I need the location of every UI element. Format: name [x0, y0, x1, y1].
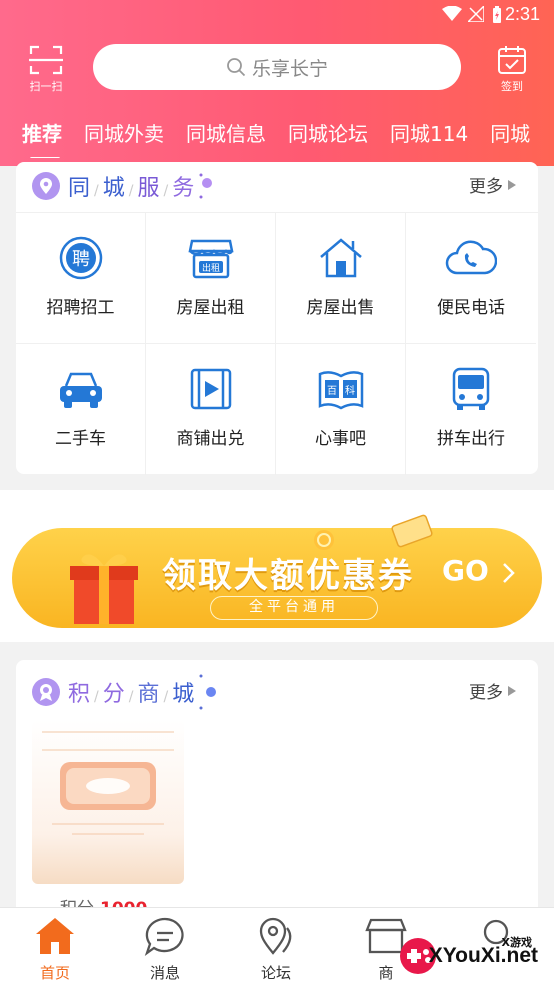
city-services-card: 同 / 城 / 服 / 务 更多 聘 招聘招工 出租 房屋出租 房屋出售 便民电话 — [16, 162, 538, 475]
tissue-package-image — [42, 731, 174, 835]
service-heart-talk[interactable]: 百科 心事吧 — [276, 344, 406, 475]
svg-text:出租: 出租 — [201, 262, 219, 274]
svg-text:聘: 聘 — [72, 249, 90, 270]
no-signal-icon — [468, 6, 484, 22]
points-mall-card: 积/分/商/城 更多 积分1000 — [16, 660, 538, 920]
service-shop-transfer[interactable]: 商铺出兑 — [146, 344, 276, 475]
search-text: 乐享长宁 — [251, 57, 328, 80]
location-badge-icon — [32, 172, 60, 200]
more-label: 更多 — [469, 683, 503, 703]
coupon-banner-section: 领取大额优惠券 GO 全平台通用 — [0, 490, 554, 642]
chevron-right-icon — [508, 685, 516, 696]
nav-home[interactable]: 首页 — [0, 908, 110, 986]
product-card[interactable] — [32, 720, 184, 884]
calendar-check-icon — [498, 46, 526, 74]
service-used-car[interactable]: 二手车 — [16, 344, 146, 475]
banner-title: 领取大额优惠券 — [162, 556, 414, 596]
watermark: X游戏 XYouXi.net — [398, 934, 548, 980]
service-label: 便民电话 — [437, 298, 505, 318]
medal-badge-icon — [32, 678, 60, 706]
sign-in-button[interactable]: 签到 — [490, 44, 534, 93]
decor-dots-icon — [199, 674, 217, 710]
chevron-right-icon — [508, 179, 516, 190]
tab-forum[interactable]: 同城论坛 — [288, 118, 368, 154]
service-label: 二手车 — [55, 429, 106, 449]
status-bar: 2:31 — [0, 0, 554, 30]
sign-in-label: 签到 — [501, 80, 523, 93]
svg-text:科: 科 — [345, 384, 355, 397]
header: 2:31 扫一扫 乐享长宁 签到 推荐 同城外卖 同城信息 同城论坛 同城114 同城 — [0, 0, 554, 166]
home-icon — [36, 918, 74, 954]
service-rent[interactable]: 出租 房屋出租 — [146, 213, 276, 344]
app-screen: 2:31 扫一扫 乐享长宁 签到 推荐 同城外卖 同城信息 同城论坛 同城114 同城 同… — [0, 0, 554, 986]
wifi-icon — [442, 6, 462, 22]
house-icon — [319, 238, 362, 278]
service-phone[interactable]: 便民电话 — [406, 213, 536, 344]
nav-forum[interactable]: 论坛 — [221, 908, 331, 986]
battery-icon — [492, 6, 502, 24]
tab-info[interactable]: 同城信息 — [186, 118, 266, 154]
message-icon — [144, 917, 184, 956]
service-carpool[interactable]: 拼车出行 — [406, 344, 536, 475]
search-bar[interactable]: 乐享长宁 — [93, 44, 461, 90]
scan-icon — [29, 45, 63, 75]
service-label: 拼车出行 — [437, 429, 505, 449]
mall-more-button[interactable]: 更多 — [469, 678, 516, 703]
nav-messages[interactable]: 消息 — [110, 908, 220, 986]
tab-takeout[interactable]: 同城外卖 — [84, 118, 164, 154]
car-icon — [59, 372, 102, 408]
chevron-right-icon — [503, 563, 515, 583]
category-tabs: 推荐 同城外卖 同城信息 同城论坛 同城114 同城 — [0, 118, 554, 158]
services-more-button[interactable]: 更多 — [469, 172, 516, 197]
phone-icon — [445, 240, 498, 275]
nav-label: 消息 — [149, 964, 180, 982]
tab-114[interactable]: 同城114 — [390, 118, 468, 154]
services-title: 同 / 城 / 服 / 务 — [68, 176, 196, 201]
nav-label: 论坛 — [260, 964, 291, 982]
recruit-icon: 聘 — [59, 236, 102, 280]
banner-subtitle: 全平台通用 — [210, 596, 378, 620]
bus-icon — [452, 367, 490, 410]
service-label: 心事吧 — [315, 429, 366, 449]
encyclopedia-icon: 百科 — [318, 371, 363, 410]
service-sale[interactable]: 房屋出售 — [276, 213, 406, 344]
rent-shop-icon: 出租 — [187, 239, 234, 279]
nav-label: 首页 — [39, 964, 70, 982]
scan-label: 扫一扫 — [29, 80, 63, 93]
tab-recommend[interactable]: 推荐 — [22, 118, 62, 158]
video-icon — [190, 368, 231, 410]
services-grid: 聘 招聘招工 出租 房屋出租 房屋出售 便民电话 二手车 商铺出兑 百 科 心事… — [16, 212, 538, 475]
gift-box-icon — [70, 554, 138, 624]
service-label: 商铺出兑 — [176, 429, 245, 449]
coupon-banner[interactable]: 领取大额优惠券 GO 全平台通用 — [12, 528, 542, 628]
watermark-large: XYouXi.net — [428, 944, 538, 967]
svg-text:百: 百 — [327, 385, 337, 397]
mall-title: 积 / 分 / 商 / 城 — [68, 682, 196, 707]
service-recruit[interactable]: 聘 招聘招工 — [16, 213, 146, 344]
decor-dots-icon — [199, 173, 213, 199]
location-icon — [259, 917, 292, 955]
search-icon — [227, 58, 246, 77]
clock: 2:31 — [504, 4, 540, 24]
service-label: 房屋出售 — [306, 298, 375, 318]
mall-header: 积 / 分 / 商 / 城 — [32, 668, 221, 716]
banner-go: GO — [442, 554, 489, 587]
service-label: 招聘招工 — [46, 298, 115, 318]
services-header: 同 / 城 / 服 / 务 — [32, 162, 221, 210]
tab-more-city[interactable]: 同城 — [490, 118, 530, 154]
more-label: 更多 — [469, 177, 503, 197]
service-label: 房屋出租 — [176, 298, 245, 318]
scan-button[interactable]: 扫一扫 — [22, 44, 70, 93]
